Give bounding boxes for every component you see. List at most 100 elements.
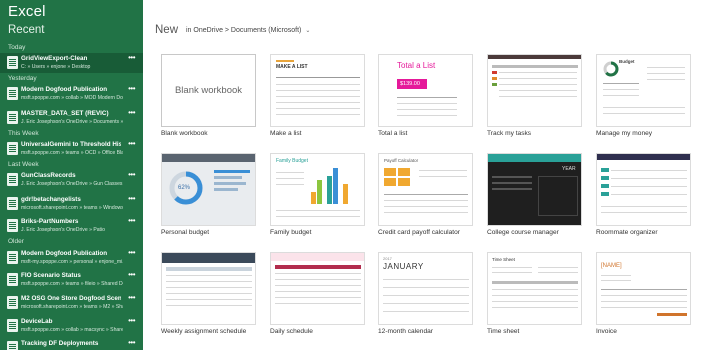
- excel-file-icon: [7, 296, 18, 309]
- recent-file-name: FIO Scenario Status: [21, 272, 81, 279]
- template-label: Total a list: [378, 130, 408, 137]
- template-thumbnail: Time Sheet: [487, 252, 582, 325]
- blank-workbook-thumb-text: Blank workbook: [174, 85, 243, 96]
- template-thumbnail: YEAR: [487, 153, 582, 226]
- recent-file-path: J. Eric Josephson's OneDrive » Documents…: [21, 119, 123, 125]
- more-options-icon[interactable]: •••: [128, 316, 135, 325]
- recent-file-item[interactable]: Modern Dogfood Publication msft.spoppe.c…: [0, 84, 143, 104]
- recent-file-name: gdr!betachangelists: [21, 196, 81, 203]
- excel-file-icon: [7, 111, 18, 124]
- template-thumbnail: 62%: [161, 153, 256, 226]
- more-options-icon[interactable]: •••: [128, 270, 135, 279]
- recent-file-item[interactable]: Modern Dogfood Publication msft-my.spopp…: [0, 248, 143, 268]
- excel-file-icon: [7, 251, 18, 264]
- recent-file-path: microsoft.sharepoint.com » teams » Windo…: [21, 205, 123, 211]
- excel-file-icon: [7, 142, 18, 155]
- excel-file-icon: [7, 341, 18, 350]
- recent-sidebar: Excel Recent Today GridViewExport-Clean …: [0, 0, 143, 350]
- recent-file-name: DeviceLab: [21, 318, 53, 325]
- chevron-down-icon: ⌄: [305, 28, 311, 34]
- recent-file-name: GridViewExport-Clean: [21, 55, 88, 62]
- group-this-week: This Week: [8, 130, 39, 137]
- recent-file-item[interactable]: UniversalGemini to Threshold History msf…: [0, 139, 143, 159]
- recent-file-path: msft-my.spoppe.com » personal » enjone_m…: [21, 259, 123, 265]
- recent-file-item[interactable]: Briks-PartNumbers J. Eric Josephson's On…: [0, 216, 143, 236]
- excel-file-icon: [7, 173, 18, 186]
- save-location-label: in OneDrive > Documents (Microsoft): [186, 27, 302, 34]
- template-label: Make a list: [270, 130, 302, 137]
- template-thumbnail: [NAME]: [596, 252, 691, 325]
- new-heading: New: [155, 24, 179, 36]
- recent-file-name: MASTER_DATA_SET (REVIC): [21, 110, 109, 117]
- recent-file-item[interactable]: GridViewExport-Clean C: » Users » enjone…: [0, 53, 143, 73]
- more-options-icon[interactable]: •••: [128, 53, 135, 62]
- recent-file-item[interactable]: FIO Scenario Status msft.spoppe.com » te…: [0, 270, 143, 290]
- more-options-icon[interactable]: •••: [128, 338, 135, 347]
- recent-file-item[interactable]: DeviceLab msft.spoppe.com » collab » mac…: [0, 316, 143, 336]
- template-thumbnail: Blank workbook: [161, 54, 256, 127]
- template-thumbnail: Budget: [596, 54, 691, 127]
- more-options-icon[interactable]: •••: [128, 293, 135, 302]
- template-label: Invoice: [596, 328, 617, 335]
- recent-file-path: msft.spoppe.com » collab » MOD Modern Do…: [21, 95, 123, 101]
- more-options-icon[interactable]: •••: [128, 84, 135, 93]
- template-thumbnail: [270, 252, 365, 325]
- excel-file-icon: [7, 273, 18, 286]
- more-options-icon[interactable]: •••: [128, 216, 135, 225]
- template-label: Blank workbook: [161, 130, 208, 137]
- excel-file-icon: [7, 56, 18, 69]
- template-thumbnail: [596, 153, 691, 226]
- template-label: Personal budget: [161, 229, 210, 236]
- recent-file-name: GunClassRecords: [21, 172, 76, 179]
- template-thumbnail: 2017 JANUARY: [378, 252, 473, 325]
- recent-file-item[interactable]: Tracking DF Deployments •••: [0, 338, 143, 350]
- more-options-icon[interactable]: •••: [128, 108, 135, 117]
- save-location-dropdown[interactable]: in OneDrive > Documents (Microsoft) ⌄: [186, 27, 310, 34]
- recent-file-item[interactable]: gdr!betachangelists microsoft.sharepoint…: [0, 194, 143, 214]
- recent-file-item[interactable]: GunClassRecords J. Eric Josephson's OneD…: [0, 170, 143, 190]
- template-label: Credit card payoff calculator: [378, 229, 460, 236]
- recent-file-path: msft.spoppe.com » collab » macsync » Sha…: [21, 327, 123, 333]
- template-thumbnail: [161, 252, 256, 325]
- group-today: Today: [8, 44, 26, 51]
- excel-file-icon: [7, 219, 18, 232]
- recent-heading: Recent: [8, 24, 45, 36]
- excel-file-icon: [7, 197, 18, 210]
- template-thumbnail: Payoff Calculator: [378, 153, 473, 226]
- more-options-icon[interactable]: •••: [128, 139, 135, 148]
- recent-file-name: Tracking DF Deployments: [21, 340, 99, 347]
- recent-file-item[interactable]: MASTER_DATA_SET (REVIC) J. Eric Josephso…: [0, 108, 143, 128]
- template-label: Manage my money: [596, 130, 653, 137]
- recent-file-path: microsoft.sharepoint.com » teams » M2 » …: [21, 304, 123, 310]
- template-label: Track my tasks: [487, 130, 532, 137]
- recent-file-name: M2 OSG One Store Dogfood Scenario...: [21, 295, 121, 302]
- template-label: Roommate organizer: [596, 229, 658, 236]
- template-thumbnail: MAKE A LIST: [270, 54, 365, 127]
- app-title: Excel: [8, 3, 46, 20]
- template-label: Daily schedule: [270, 328, 313, 335]
- template-label: Family budget: [270, 229, 312, 236]
- more-options-icon[interactable]: •••: [128, 248, 135, 257]
- group-last-week: Last Week: [8, 161, 39, 168]
- recent-file-path: msft.spoppe.com » teams » OCD » Office B…: [21, 150, 123, 156]
- template-thumbnail: Total a List $139.00: [378, 54, 473, 127]
- recent-file-item[interactable]: M2 OSG One Store Dogfood Scenario... mic…: [0, 293, 143, 313]
- template-label: Time sheet: [487, 328, 520, 335]
- template-thumbnail: [487, 54, 582, 127]
- recent-file-path: C: » Users » enjone » Desktop: [21, 64, 91, 70]
- more-options-icon[interactable]: •••: [128, 170, 135, 179]
- more-options-icon[interactable]: •••: [128, 194, 135, 203]
- recent-file-path: J. Eric Josephson's OneDrive » Gun Class…: [21, 181, 123, 187]
- excel-file-icon: [7, 87, 18, 100]
- recent-file-path: J. Eric Josephson's OneDrive » Patio: [21, 227, 105, 233]
- recent-file-name: UniversalGemini to Threshold History: [21, 141, 121, 148]
- excel-file-icon: [7, 319, 18, 332]
- recent-file-name: Modern Dogfood Publication: [21, 86, 108, 93]
- group-yesterday: Yesterday: [8, 75, 37, 82]
- group-older: Older: [8, 238, 24, 245]
- template-thumbnail: Family Budget: [270, 153, 365, 226]
- template-label: College course manager: [487, 229, 559, 236]
- recent-file-name: Briks-PartNumbers: [21, 218, 79, 225]
- recent-file-path: msft.spoppe.com » teams » fileio » Share…: [21, 281, 123, 287]
- recent-file-name: Modern Dogfood Publication: [21, 250, 108, 257]
